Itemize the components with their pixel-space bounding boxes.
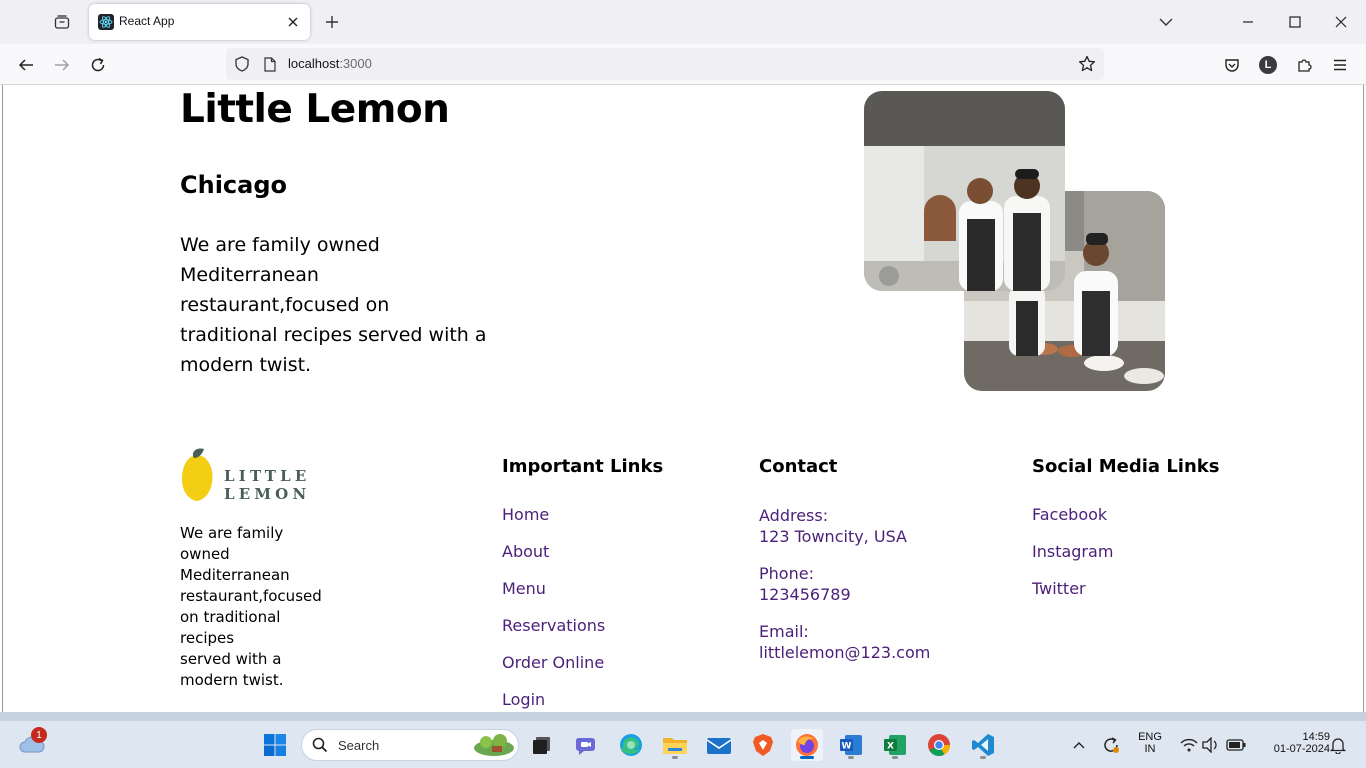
contact-title: Contact bbox=[759, 456, 838, 477]
edge-browser-icon[interactable] bbox=[615, 729, 647, 761]
url-text: localhost:3000 bbox=[288, 56, 372, 71]
tracking-shield-icon[interactable] bbox=[233, 55, 251, 73]
search-icon bbox=[312, 737, 328, 753]
search-highlight-illustration-icon bbox=[474, 734, 514, 756]
footer-link-menu[interactable]: Menu bbox=[502, 579, 546, 598]
browser-titlebar: React App bbox=[0, 0, 1366, 44]
windows-start-icon[interactable] bbox=[259, 729, 291, 761]
notification-badge: 1 bbox=[31, 727, 47, 743]
clock-time: 14:59 bbox=[1302, 731, 1330, 743]
hero-image-chefs-1 bbox=[864, 91, 1065, 291]
bookmark-star-icon[interactable] bbox=[1078, 55, 1096, 73]
weather-cloud-icon[interactable]: 1 bbox=[16, 727, 48, 761]
url-bar[interactable]: localhost:3000 bbox=[226, 48, 1104, 80]
tab-list-chevron-icon[interactable] bbox=[1152, 8, 1180, 36]
language-indicator[interactable]: ENG IN bbox=[1130, 731, 1170, 755]
show-hidden-icons-chevron-icon[interactable] bbox=[1063, 729, 1095, 761]
footer-link-order-online[interactable]: Order Online bbox=[502, 653, 604, 672]
forward-arrow-icon[interactable] bbox=[49, 52, 75, 78]
open-indicator bbox=[672, 756, 678, 759]
hero-title: Little Lemon bbox=[180, 87, 450, 132]
browser-navbar: localhost:3000 L bbox=[0, 44, 1366, 85]
windows-taskbar: 1 Search W X ENG IN 14:59 01-07-2024 bbox=[0, 720, 1366, 768]
react-favicon-icon bbox=[98, 14, 114, 30]
open-indicator bbox=[848, 756, 854, 759]
chrome-icon[interactable] bbox=[923, 729, 955, 761]
important-links-title: Important Links bbox=[502, 456, 664, 477]
page-info-icon[interactable] bbox=[261, 55, 279, 73]
profile-initial: L bbox=[1259, 56, 1277, 74]
contact-address-label: Address: bbox=[759, 506, 829, 525]
hero-description: We are family owned Mediterranean restau… bbox=[180, 234, 487, 376]
open-indicator bbox=[980, 756, 986, 759]
tab-title: React App bbox=[119, 14, 175, 28]
tab-overview-icon[interactable] bbox=[50, 10, 74, 34]
desktop-background-strip bbox=[0, 712, 1366, 720]
extensions-puzzle-icon[interactable] bbox=[1291, 52, 1317, 78]
social-link-facebook[interactable]: Facebook bbox=[1032, 505, 1107, 524]
footer-link-login[interactable]: Login bbox=[502, 690, 545, 709]
social-link-twitter[interactable]: Twitter bbox=[1032, 579, 1086, 598]
teams-chat-icon[interactable] bbox=[571, 729, 603, 761]
taskbar-search-box[interactable]: Search bbox=[301, 729, 519, 761]
task-view-icon[interactable] bbox=[526, 729, 558, 761]
lemon-logo-icon bbox=[182, 448, 213, 501]
hamburger-menu-icon[interactable] bbox=[1327, 52, 1353, 78]
battery-icon[interactable] bbox=[1220, 729, 1252, 761]
footer-link-about[interactable]: About bbox=[502, 542, 549, 561]
minimize-icon[interactable] bbox=[1234, 8, 1262, 36]
footer-link-home[interactable]: Home bbox=[502, 505, 549, 524]
open-indicator bbox=[892, 756, 898, 759]
close-window-icon[interactable] bbox=[1327, 8, 1355, 36]
svg-text:W: W bbox=[842, 742, 852, 752]
logo-wordmark: LITTLE LEMON bbox=[224, 467, 311, 503]
tab-close-icon[interactable] bbox=[284, 13, 302, 31]
social-link-instagram[interactable]: Instagram bbox=[1032, 542, 1113, 561]
footer-desc-line: recipes bbox=[180, 629, 235, 647]
pocket-icon[interactable] bbox=[1219, 52, 1245, 78]
back-arrow-icon[interactable] bbox=[13, 52, 39, 78]
profile-avatar[interactable]: L bbox=[1255, 52, 1281, 78]
excel-icon[interactable]: X bbox=[879, 729, 911, 761]
word-icon[interactable]: W bbox=[835, 729, 867, 761]
search-placeholder: Search bbox=[338, 738, 380, 753]
brave-browser-icon[interactable] bbox=[747, 729, 779, 761]
footer-desc-line: Mediterranean bbox=[180, 566, 290, 584]
sync-update-icon[interactable] bbox=[1095, 729, 1127, 761]
contact-email-value: littlelemon@123.com bbox=[759, 643, 931, 662]
footer-logo[interactable]: LITTLE LEMON bbox=[180, 447, 390, 503]
contact-phone-value: 123456789 bbox=[759, 585, 851, 604]
language-code: ENG bbox=[1138, 731, 1162, 743]
svg-text:X: X bbox=[887, 742, 894, 752]
reload-icon[interactable] bbox=[85, 52, 111, 78]
new-tab-icon[interactable] bbox=[320, 10, 344, 34]
footer-desc-line: on traditional bbox=[180, 608, 281, 626]
tab-react-app[interactable]: React App bbox=[89, 4, 310, 40]
maximize-icon[interactable] bbox=[1281, 8, 1309, 36]
notification-bell-icon[interactable] bbox=[1322, 729, 1354, 761]
contact-email-label: Email: bbox=[759, 622, 809, 641]
firefox-icon[interactable] bbox=[791, 729, 823, 761]
footer-desc-line: We are family bbox=[180, 524, 284, 542]
social-links-title: Social Media Links bbox=[1032, 456, 1220, 477]
footer-desc-line: modern twist. bbox=[180, 671, 284, 689]
footer-desc-line: owned bbox=[180, 545, 230, 563]
clock[interactable]: 14:59 01-07-2024 bbox=[1254, 731, 1330, 755]
clock-date: 01-07-2024 bbox=[1273, 743, 1330, 755]
footer-desc-line: restaurant,focused bbox=[180, 587, 322, 605]
region-code: IN bbox=[1144, 743, 1156, 755]
footer-link-reservations[interactable]: Reservations bbox=[502, 616, 605, 635]
contact-phone-label: Phone: bbox=[759, 564, 814, 583]
contact-address-value: 123 Towncity, USA bbox=[759, 527, 907, 546]
file-explorer-icon[interactable] bbox=[659, 729, 691, 761]
mail-icon[interactable] bbox=[703, 729, 735, 761]
active-indicator bbox=[800, 756, 814, 759]
footer-desc-line: served with a bbox=[180, 650, 282, 668]
page-viewport: Little Lemon Chicago We are family owned… bbox=[2, 85, 1364, 712]
hero-city: Chicago bbox=[180, 171, 288, 199]
footer-description: We are family owned Mediterranean restau… bbox=[180, 523, 322, 691]
vscode-icon[interactable] bbox=[967, 729, 999, 761]
